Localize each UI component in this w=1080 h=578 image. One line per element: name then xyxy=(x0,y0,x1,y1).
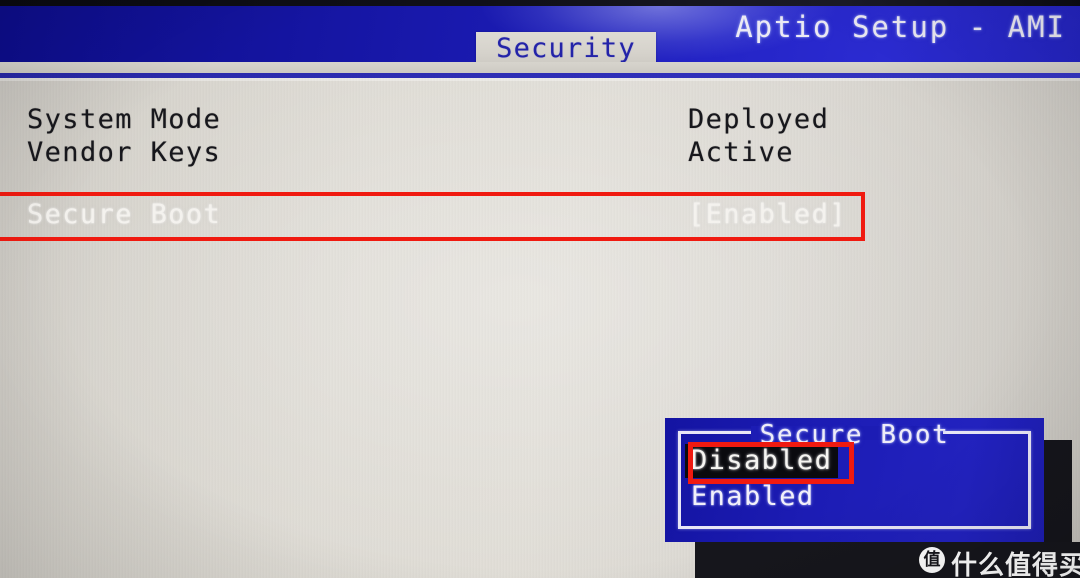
secure-boot-options-popup: Secure Boot Disabled Enabled xyxy=(665,418,1044,542)
watermark-text: 什么值得买 xyxy=(951,551,1080,578)
watermark-band: 值 什么值得买 xyxy=(695,542,1080,578)
tab-security-label: Security xyxy=(496,33,636,64)
header-separator-glow xyxy=(0,78,1080,81)
page-title: Aptio Setup - AMI xyxy=(735,10,1066,44)
setting-value-system-mode: Deployed xyxy=(688,104,830,135)
setting-label-vendor-keys: Vendor Keys xyxy=(27,137,222,168)
setting-value-vendor-keys: Active xyxy=(688,137,794,168)
popup-option-enabled[interactable]: Enabled xyxy=(691,481,815,512)
setting-label-secure-boot: Secure Boot xyxy=(27,199,222,230)
popup-option-disabled[interactable]: Disabled xyxy=(685,444,839,478)
setting-row-vendor-keys: Vendor Keys Active xyxy=(0,137,1080,170)
setting-value-secure-boot[interactable]: [Enabled] xyxy=(688,199,847,230)
setting-row-system-mode: System Mode Deployed xyxy=(0,104,1080,137)
header-underbar xyxy=(0,62,1080,73)
setting-label-system-mode: System Mode xyxy=(27,104,222,135)
setting-row-secure-boot[interactable]: Secure Boot [Enabled] xyxy=(0,199,1080,232)
watermark-logo-icon: 值 xyxy=(919,547,945,573)
bios-setup-screenshot: Aptio Setup - AMI Security System Mode D… xyxy=(0,0,1080,578)
